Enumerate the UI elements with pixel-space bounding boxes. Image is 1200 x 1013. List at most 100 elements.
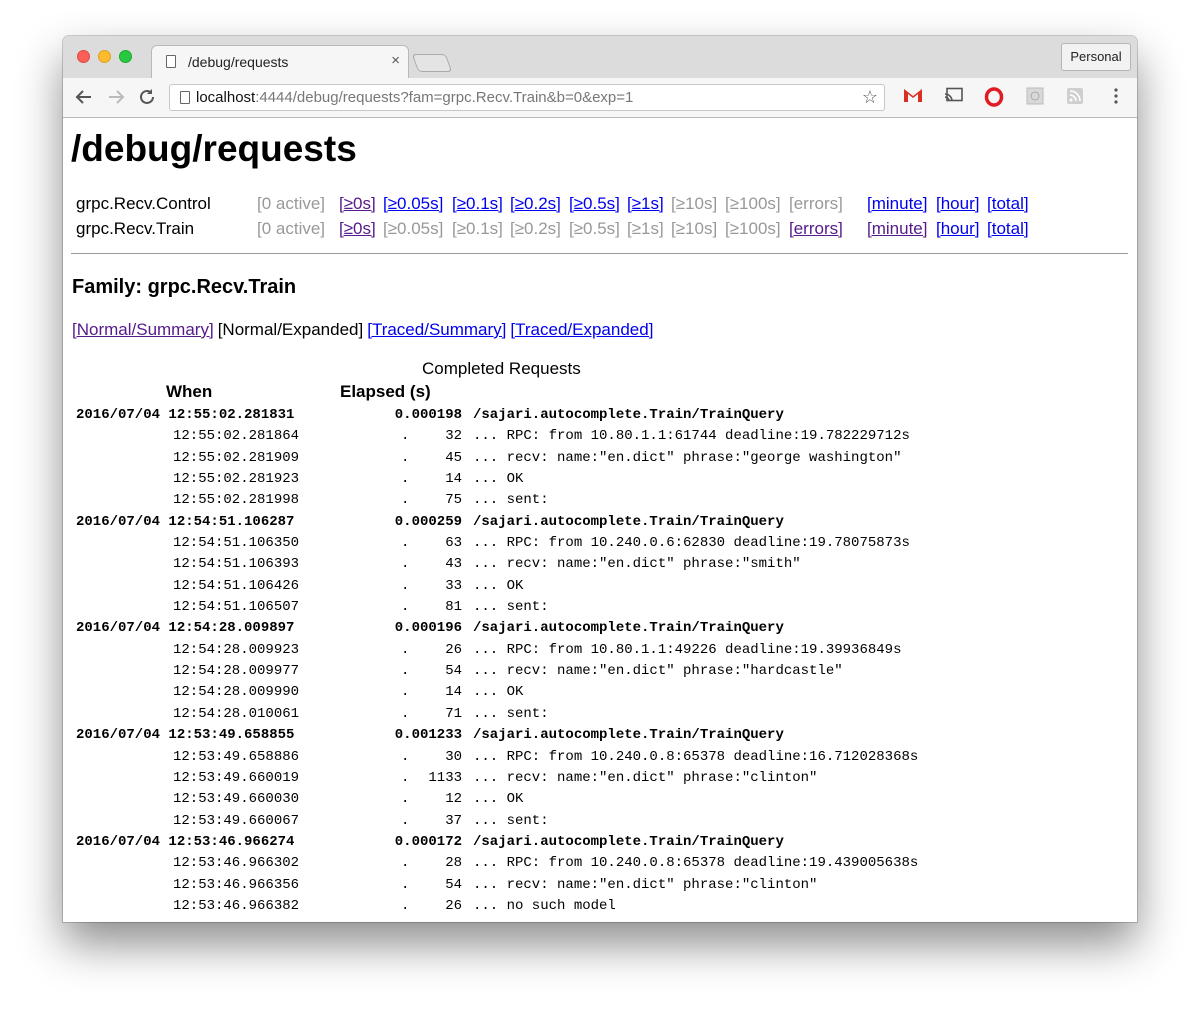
bucket-link: [≥0.1s] bbox=[452, 219, 503, 238]
rate-link[interactable]: [total] bbox=[987, 219, 1029, 239]
event-delta: 54 bbox=[445, 663, 462, 680]
view-link[interactable]: [Traced/Expanded] bbox=[510, 320, 653, 339]
request-name: /sajari.autocomplete.Train/TrainQuery bbox=[473, 833, 784, 850]
event-when: 12:53:49.658886 bbox=[173, 748, 300, 765]
bucket-link[interactable]: [errors] bbox=[789, 219, 843, 239]
event-when: 12:53:49.660019 bbox=[173, 769, 300, 786]
maximize-window-button[interactable] bbox=[119, 50, 132, 63]
request-when: 2016/07/04 12:53:49.658855 bbox=[76, 727, 295, 744]
gmail-icon[interactable] bbox=[903, 87, 923, 107]
rate-link[interactable]: [minute] bbox=[867, 194, 927, 214]
rate-link[interactable]: [total] bbox=[987, 194, 1029, 214]
event-message: ... recv: name:"en.dict" phrase:"george … bbox=[473, 449, 902, 466]
event-when: 12:55:02.281864 bbox=[173, 428, 300, 445]
family-name: grpc.Recv.Control bbox=[76, 194, 211, 213]
bucket-link[interactable]: [≥0.2s] bbox=[510, 194, 561, 214]
request-when: 2016/07/04 12:55:02.281831 bbox=[76, 407, 295, 423]
event-when: 12:54:28.009923 bbox=[173, 641, 300, 658]
event-delta: 28 bbox=[445, 855, 462, 872]
minimize-window-button[interactable] bbox=[98, 50, 111, 63]
event-delta: 30 bbox=[445, 748, 462, 765]
table-caption: Completed Requests bbox=[422, 359, 581, 378]
event-delta: 12 bbox=[445, 791, 462, 808]
request-when: 2016/07/04 12:54:51.106287 bbox=[76, 513, 295, 530]
bucket-link[interactable]: [≥0s] bbox=[339, 219, 376, 239]
event-when: 12:55:02.281909 bbox=[173, 449, 300, 466]
url-rest: :4444/debug/requests?fam=grpc.Recv.Train… bbox=[255, 89, 634, 106]
rate-link[interactable]: [hour] bbox=[936, 219, 979, 239]
opera-icon[interactable] bbox=[984, 87, 1004, 107]
event-message: ... RPC: from 10.240.0.8:65378 deadline:… bbox=[473, 855, 919, 872]
tab-debug-requests[interactable]: /debug/requests × bbox=[151, 45, 409, 78]
request-when: 2016/07/04 12:53:46.966274 bbox=[76, 833, 295, 850]
event-delta: 33 bbox=[445, 577, 462, 594]
event-when: 12:54:51.106350 bbox=[173, 535, 300, 552]
event-when: 12:54:51.106507 bbox=[173, 599, 300, 616]
event-message: ... recv: name:"en.dict" phrase:"hardcas… bbox=[473, 663, 843, 680]
event-when: 12:54:28.009977 bbox=[173, 663, 300, 680]
page-content: /debug/requests grpc.Recv.Control [0 acti… bbox=[63, 118, 1137, 922]
url-text: localhost:4444/debug/requests?fam=grpc.R… bbox=[196, 89, 633, 106]
page-info-icon[interactable] bbox=[180, 91, 190, 104]
event-when: 12:53:46.966356 bbox=[173, 876, 300, 893]
family-name: grpc.Recv.Train bbox=[76, 219, 195, 238]
rate-link[interactable]: [minute] bbox=[867, 219, 927, 239]
bucket-link[interactable]: [≥0s] bbox=[339, 194, 376, 214]
bucket-link[interactable]: [≥1s] bbox=[627, 194, 664, 214]
request-name: /sajari.autocomplete.Train/TrainQuery bbox=[473, 513, 784, 530]
event-message: ... RPC: from 10.240.0.6:62830 deadline:… bbox=[473, 535, 910, 552]
bucket-link: [≥100s] bbox=[725, 219, 781, 238]
request-name: /sajari.autocomplete.Train/TrainQuery bbox=[473, 620, 784, 637]
event-delta: 37 bbox=[445, 812, 462, 829]
event-delta: 26 bbox=[445, 897, 462, 914]
cast-icon[interactable] bbox=[944, 87, 964, 107]
extension-icon[interactable] bbox=[1025, 87, 1045, 107]
divider bbox=[71, 253, 1128, 254]
profile-button[interactable]: Personal bbox=[1061, 43, 1131, 71]
rate-link[interactable]: [hour] bbox=[936, 194, 979, 214]
event-message: ... RPC: from 10.240.0.8:65378 deadline:… bbox=[473, 748, 919, 765]
page-title: /debug/requests bbox=[71, 128, 357, 169]
view-link: [Normal/Expanded] bbox=[217, 320, 364, 339]
event-message: ... recv: name:"en.dict" phrase:"clinton… bbox=[473, 876, 818, 893]
new-tab-button[interactable] bbox=[411, 54, 453, 72]
event-message: ... no such model bbox=[473, 897, 616, 914]
bucket-link: [≥100s] bbox=[725, 194, 781, 213]
close-window-button[interactable] bbox=[77, 50, 90, 63]
tab-close-icon[interactable]: × bbox=[391, 52, 400, 69]
view-link[interactable]: [Traced/Summary] bbox=[367, 320, 506, 339]
event-delta: 26 bbox=[445, 641, 462, 658]
address-bar[interactable]: localhost:4444/debug/requests?fam=grpc.R… bbox=[169, 84, 885, 111]
event-message: ... OK bbox=[473, 471, 524, 488]
event-message: ... recv: name:"en.dict" phrase:"clinton… bbox=[473, 769, 818, 786]
bucket-link: [≥10s] bbox=[671, 219, 718, 238]
column-header-elapsed: Elapsed (s) bbox=[340, 382, 431, 401]
back-icon[interactable] bbox=[73, 86, 95, 108]
request-elapsed: 0.000172 bbox=[394, 833, 462, 850]
bucket-link: [errors] bbox=[789, 194, 843, 213]
url-host: localhost bbox=[196, 89, 256, 106]
view-link[interactable]: [Normal/Summary] bbox=[72, 320, 214, 339]
event-delta: 1133 bbox=[428, 769, 462, 786]
rss-icon[interactable] bbox=[1065, 87, 1085, 107]
browser-window: /debug/requests × Personal localhost:444… bbox=[63, 36, 1137, 922]
bucket-link: [≥10s] bbox=[671, 194, 718, 213]
bucket-link[interactable]: [≥0.05s] bbox=[383, 194, 443, 214]
event-delta: 32 bbox=[445, 428, 462, 445]
forward-icon[interactable] bbox=[105, 86, 127, 108]
family-heading: Family: grpc.Recv.Train bbox=[72, 276, 297, 298]
event-message: ... sent: bbox=[473, 492, 549, 509]
event-when: 12:53:46.966382 bbox=[173, 897, 300, 914]
bucket-link[interactable]: [≥0.1s] bbox=[452, 194, 503, 214]
event-delta: 14 bbox=[445, 684, 462, 701]
event-message: ... OK bbox=[473, 684, 524, 701]
event-message: ... RPC: from 10.80.1.1:61744 deadline:1… bbox=[473, 428, 910, 445]
event-message: ... OK bbox=[473, 791, 524, 808]
reload-icon[interactable] bbox=[136, 86, 158, 108]
tab-bar: /debug/requests × Personal bbox=[63, 36, 1137, 78]
request-name: /sajari.autocomplete.Train/TrainQuery bbox=[473, 727, 784, 744]
bucket-link[interactable]: [≥0.5s] bbox=[569, 194, 620, 214]
request-when: 2016/07/04 12:54:28.009897 bbox=[76, 620, 295, 637]
menu-icon[interactable] bbox=[1106, 87, 1126, 107]
star-icon[interactable]: ☆ bbox=[862, 87, 878, 108]
